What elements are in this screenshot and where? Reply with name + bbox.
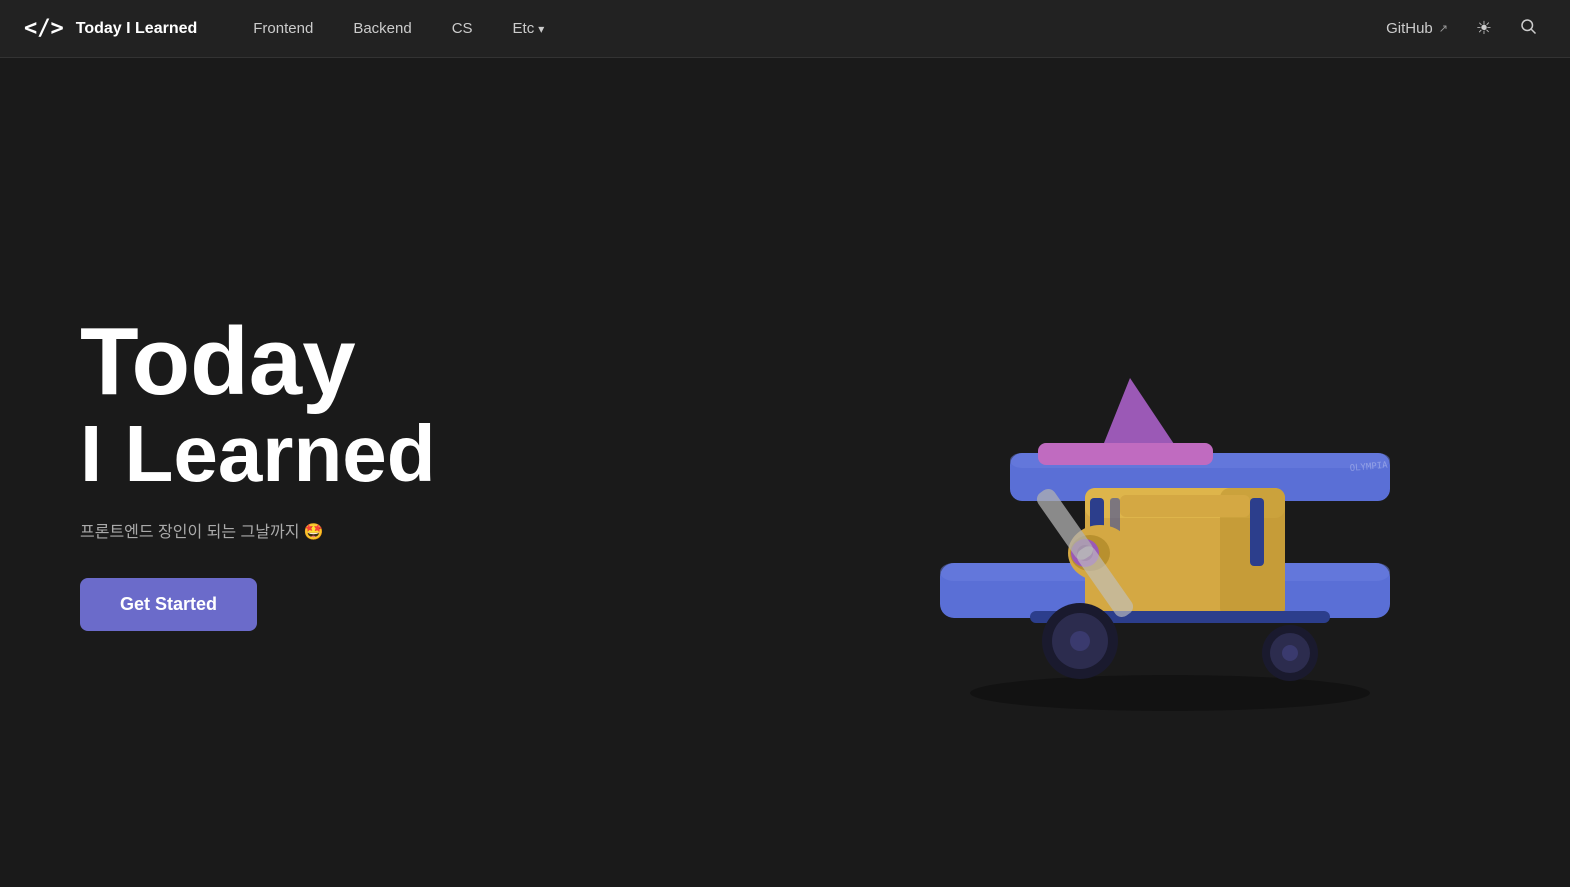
nav-link-etc[interactable]: Etc [497,14,561,43]
hero-title-today: Today [80,314,436,410]
hero-section: Today I Learned 프론트엔드 장인이 되는 그날까지 🤩 Get … [0,58,1570,887]
plane-svg: OLYMPIA [790,223,1490,723]
search-icon [1519,17,1537,40]
theme-icon: ☀ [1476,18,1492,39]
get-started-button[interactable]: Get Started [80,578,257,631]
nav-links: Frontend Backend CS Etc [237,14,1376,43]
hero-subtitle: 프론트엔드 장인이 되는 그날까지 🤩 [80,518,436,542]
navbar: </> Today I Learned Frontend Backend CS … [0,0,1570,58]
hero-text: Today I Learned 프론트엔드 장인이 되는 그날까지 🤩 Get … [80,314,436,631]
search-button[interactable] [1510,11,1546,47]
external-link-icon: ↗ [1439,22,1448,35]
nav-link-frontend[interactable]: Frontend [237,14,329,43]
logo-icon: </> [24,16,64,41]
logo-title: Today I Learned [76,20,198,38]
theme-toggle-button[interactable]: ☀ [1466,11,1502,47]
hero-title-ilearned: I Learned [80,410,436,498]
github-link[interactable]: GitHub ↗ [1376,14,1458,43]
nav-logo[interactable]: </> Today I Learned [24,16,197,41]
hero-illustration: OLYMPIA [790,223,1490,723]
nav-link-backend[interactable]: Backend [337,14,427,43]
chevron-down-icon [538,20,544,37]
nav-link-cs[interactable]: CS [436,14,489,43]
nav-right: GitHub ↗ ☀ [1376,11,1546,47]
